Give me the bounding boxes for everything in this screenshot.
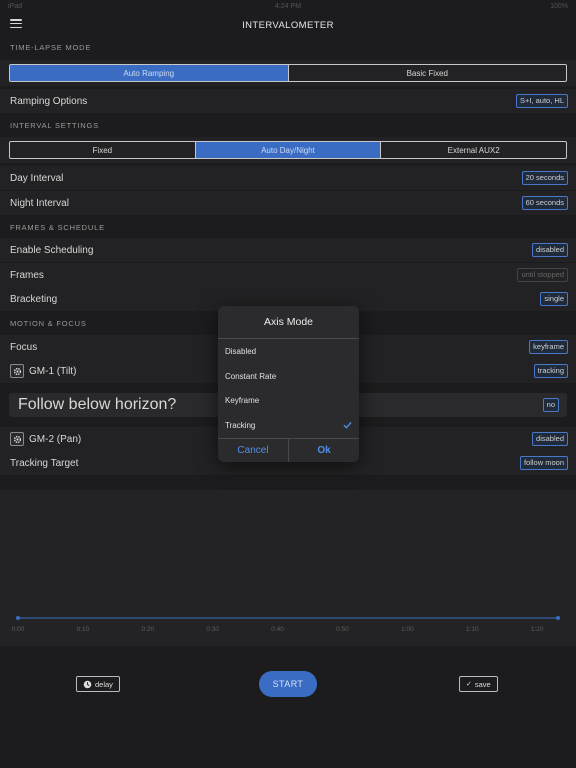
- option-label: Disabled: [225, 346, 257, 356]
- page-title: INTERVALOMETER: [242, 19, 334, 31]
- timeline-tick-label: 0:30: [206, 626, 219, 633]
- segment-auto-ramping[interactable]: Auto Ramping: [10, 65, 289, 81]
- tracking-target-label: Tracking Target: [10, 457, 79, 469]
- start-button[interactable]: START: [259, 671, 317, 697]
- section-interval-settings: INTERVAL SETTINGS: [0, 113, 576, 137]
- timeline-tick-label: 0:00: [12, 626, 25, 633]
- menu-icon[interactable]: [10, 19, 22, 28]
- timeline-tick-label: 1:10: [466, 626, 479, 633]
- section-timelapse-mode: TIME-LAPSE MODE: [0, 35, 576, 59]
- timeline-start-point: [16, 616, 20, 620]
- enable-scheduling-row[interactable]: Enable Scheduling disabled: [0, 238, 576, 262]
- focus-label: Focus: [10, 341, 38, 353]
- follow-horizon-value[interactable]: no: [542, 398, 559, 412]
- ramping-options-label: Ramping Options: [10, 95, 88, 107]
- segment-external-aux2[interactable]: External AUX2: [381, 142, 566, 158]
- night-interval-label: Night Interval: [10, 197, 69, 209]
- day-interval-value[interactable]: 20 seconds: [521, 171, 568, 185]
- timeline-chart[interactable]: 0:00 0:10 0:20 0:30 0:40 0:50 1:00 1:10 1:20: [0, 490, 576, 646]
- gm2-value[interactable]: disabled: [532, 432, 568, 446]
- segment-basic-fixed[interactable]: Basic Fixed: [289, 65, 567, 81]
- clock-icon: [83, 680, 92, 688]
- night-interval-value[interactable]: 60 seconds: [521, 196, 568, 210]
- day-interval-row[interactable]: Day Interval 20 seconds: [0, 166, 576, 190]
- day-interval-label: Day Interval: [10, 172, 64, 184]
- dialog-option-keyframe[interactable]: Keyframe: [218, 388, 359, 413]
- gm1-label: GM-1 (Tilt): [29, 365, 77, 377]
- segment-fixed[interactable]: Fixed: [10, 142, 196, 158]
- option-label: Tracking: [225, 420, 256, 430]
- frames-value[interactable]: until stopped: [517, 268, 568, 282]
- save-button[interactable]: ✓ save: [459, 676, 498, 692]
- cancel-button[interactable]: Cancel: [218, 439, 288, 462]
- timeline-tick-label: 0:40: [271, 626, 284, 633]
- gm2-label: GM-2 (Pan): [29, 433, 82, 445]
- tracking-target-value[interactable]: follow moon: [519, 456, 568, 470]
- option-label: Constant Rate: [225, 371, 277, 381]
- save-label: save: [474, 679, 491, 689]
- timeline-end-point: [556, 616, 560, 620]
- frames-row[interactable]: Frames until stopped: [0, 263, 576, 287]
- timeline-tick-label: 0:10: [77, 626, 90, 633]
- timeline-svg: 0:00 0:10 0:20 0:30 0:40 0:50 1:00 1:10 1:20: [12, 616, 560, 633]
- dialog-option-tracking[interactable]: Tracking: [218, 413, 359, 438]
- gear-icon[interactable]: [10, 432, 24, 446]
- delay-button[interactable]: delay: [76, 676, 120, 692]
- status-time: 4:24 PM: [274, 2, 302, 10]
- enable-scheduling-value[interactable]: disabled: [532, 243, 568, 257]
- option-label: Keyframe: [225, 396, 260, 406]
- bottom-controls: delay START ✓ save: [0, 648, 576, 768]
- ramping-options-value[interactable]: S+I, auto, HL: [516, 94, 568, 108]
- bracketing-label: Bracketing: [10, 293, 58, 305]
- check-icon: ✓: [466, 681, 472, 688]
- follow-horizon-label: Follow below horizon?: [18, 396, 177, 413]
- checkmark-icon: [343, 422, 352, 430]
- ramping-options-row[interactable]: Ramping Options S+I, auto, HL: [0, 89, 576, 113]
- section-frames-schedule: FRAMES & SCHEDULE: [0, 215, 576, 239]
- enable-scheduling-label: Enable Scheduling: [10, 244, 94, 256]
- timeline-tick-label: 0:20: [141, 626, 154, 633]
- timeline-tick-label: 1:00: [401, 626, 414, 633]
- axis-mode-dialog: Axis Mode Disabled Constant Rate Keyfram…: [218, 306, 359, 462]
- focus-value[interactable]: keyframe: [529, 340, 568, 354]
- bracketing-value[interactable]: single: [540, 292, 568, 306]
- timeline-tick-label: 0:50: [336, 626, 349, 633]
- ok-button[interactable]: Ok: [288, 439, 359, 462]
- gm1-value[interactable]: tracking: [533, 364, 568, 378]
- status-bar: iPad 4:24 PM 100%: [0, 0, 576, 12]
- dialog-option-disabled[interactable]: Disabled: [218, 339, 359, 364]
- dialog-buttons: Cancel Ok: [218, 438, 359, 462]
- interval-mode-segment: Fixed Auto Day/Night External AUX2: [0, 137, 576, 163]
- timeline-tick-label: 1:20: [531, 626, 544, 633]
- segment-auto-day-night[interactable]: Auto Day/Night: [195, 142, 382, 158]
- dialog-option-constant-rate[interactable]: Constant Rate: [218, 364, 359, 389]
- frames-label: Frames: [10, 269, 44, 281]
- dialog-title: Axis Mode: [218, 306, 359, 339]
- delay-label: delay: [95, 679, 113, 689]
- night-interval-row[interactable]: Night Interval 60 seconds: [0, 191, 576, 215]
- gear-icon[interactable]: [10, 364, 24, 378]
- timelapse-mode-segment: Auto Ramping Basic Fixed: [0, 60, 576, 86]
